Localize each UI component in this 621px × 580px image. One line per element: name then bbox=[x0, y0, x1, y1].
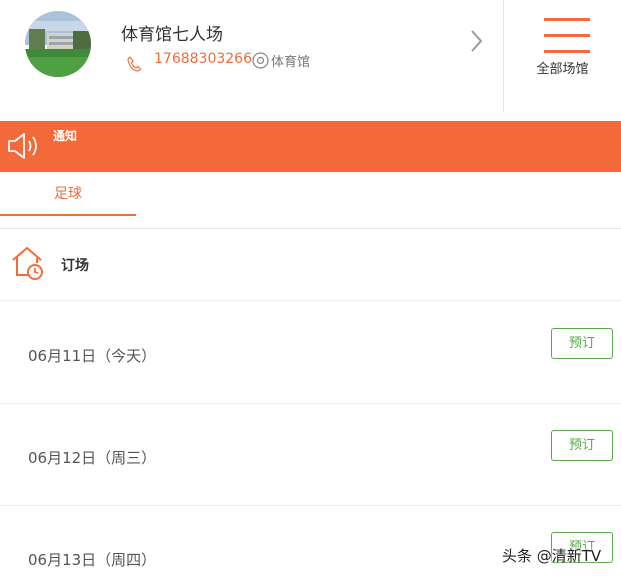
day-row: 06月13日（周四） 预订 bbox=[0, 506, 621, 580]
booking-section-header: 订场 bbox=[0, 229, 621, 301]
venue-name: 体育馆七人场 bbox=[121, 25, 223, 45]
all-venues-button[interactable]: 全部场馆 bbox=[504, 0, 621, 112]
day-date: 06月12日（周三） bbox=[28, 449, 157, 467]
house-clock-icon bbox=[12, 247, 43, 280]
venue-header: 体育馆七人场 17688303266 体育馆 全部场馆 bbox=[0, 0, 621, 112]
speaker-icon bbox=[8, 133, 37, 159]
book-button[interactable]: 预订 bbox=[551, 430, 613, 461]
venue-avatar bbox=[25, 11, 91, 77]
sport-tabs: 足球 bbox=[0, 172, 621, 229]
day-row: 06月11日（今天） 预订 bbox=[0, 302, 621, 404]
booking-title: 订场 bbox=[61, 258, 89, 274]
notice-label: 通知 bbox=[53, 129, 78, 143]
all-venues-label: 全部场馆 bbox=[536, 62, 589, 77]
watermark: 头条 @清新TV bbox=[502, 547, 602, 565]
location-icon bbox=[252, 52, 269, 69]
day-date: 06月11日（今天） bbox=[28, 347, 157, 365]
tab-football[interactable]: 足球 bbox=[0, 172, 136, 216]
day-date: 06月13日（周四） bbox=[28, 551, 157, 569]
phone-icon bbox=[127, 56, 141, 72]
chevron-right-icon[interactable] bbox=[466, 29, 486, 53]
book-button[interactable]: 预订 bbox=[551, 328, 613, 359]
menu-icon bbox=[544, 18, 590, 53]
notice-bar: 通知 bbox=[0, 121, 621, 172]
day-row: 06月12日（周三） 预订 bbox=[0, 404, 621, 506]
location-text: 体育馆 bbox=[271, 55, 311, 70]
phone-number-link[interactable]: 17688303266 bbox=[154, 51, 252, 67]
